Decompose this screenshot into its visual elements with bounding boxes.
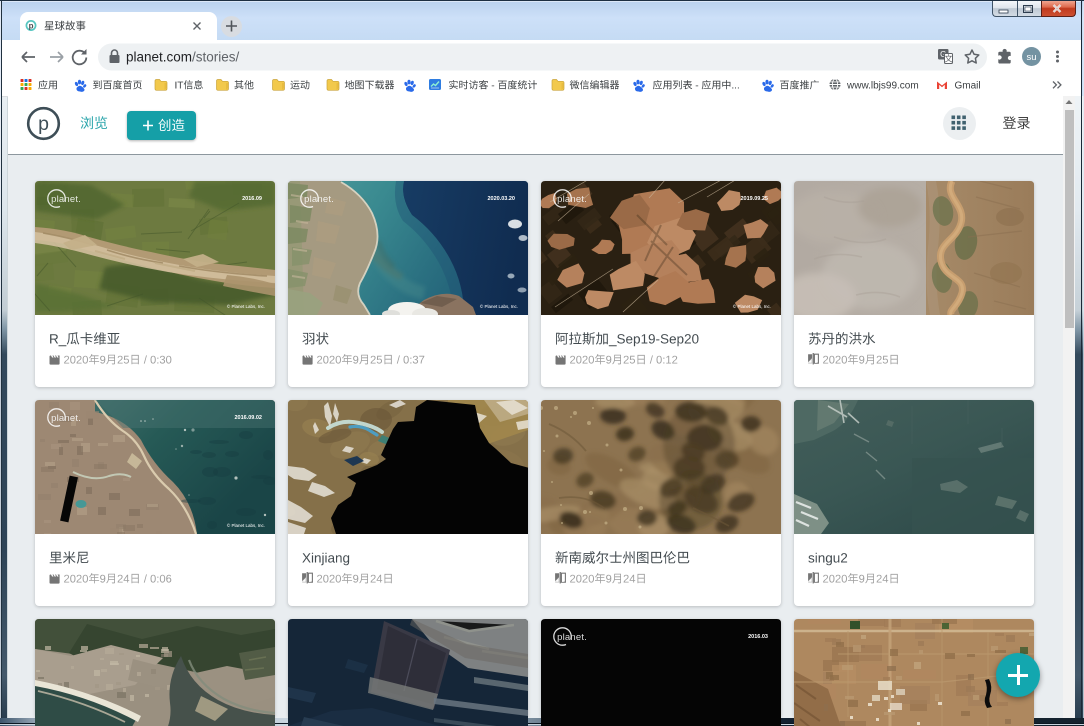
- svg-text:p: p: [29, 22, 34, 31]
- svg-text:2016.03: 2016.03: [748, 634, 768, 640]
- svg-text:© Planet Labs, Inc.: © Planet Labs, Inc.: [480, 303, 518, 309]
- svg-text:2020.03.20: 2020.03.20: [487, 196, 515, 202]
- svg-text:planet.: planet.: [304, 194, 334, 205]
- svg-text:planet.: planet.: [557, 632, 587, 643]
- svg-text:planet.: planet.: [51, 413, 81, 424]
- svg-text:planet.com: planet.com: [126, 50, 192, 65]
- svg-text:planet.: planet.: [557, 194, 587, 205]
- svg-text:2016.09.02: 2016.09.02: [234, 415, 262, 421]
- svg-text:© Planet Labs, Inc.: © Planet Labs, Inc.: [227, 303, 265, 309]
- svg-text:© Planet Labs, Inc.: © Planet Labs, Inc.: [227, 522, 265, 528]
- svg-text:p: p: [38, 113, 49, 135]
- svg-text:su: su: [1026, 52, 1036, 63]
- svg-text:/stories/: /stories/: [192, 50, 240, 65]
- svg-text:Gmail: Gmail: [955, 81, 981, 92]
- svg-text:www.lbjs99.com: www.lbjs99.com: [846, 81, 919, 92]
- svg-text:© Planet Labs, Inc.: © Planet Labs, Inc.: [733, 303, 771, 309]
- svg-text:2016.09: 2016.09: [242, 196, 262, 202]
- svg-text:文: 文: [944, 54, 953, 64]
- svg-text:planet.: planet.: [51, 194, 81, 205]
- svg-text:2019.09.25: 2019.09.25: [740, 196, 768, 202]
